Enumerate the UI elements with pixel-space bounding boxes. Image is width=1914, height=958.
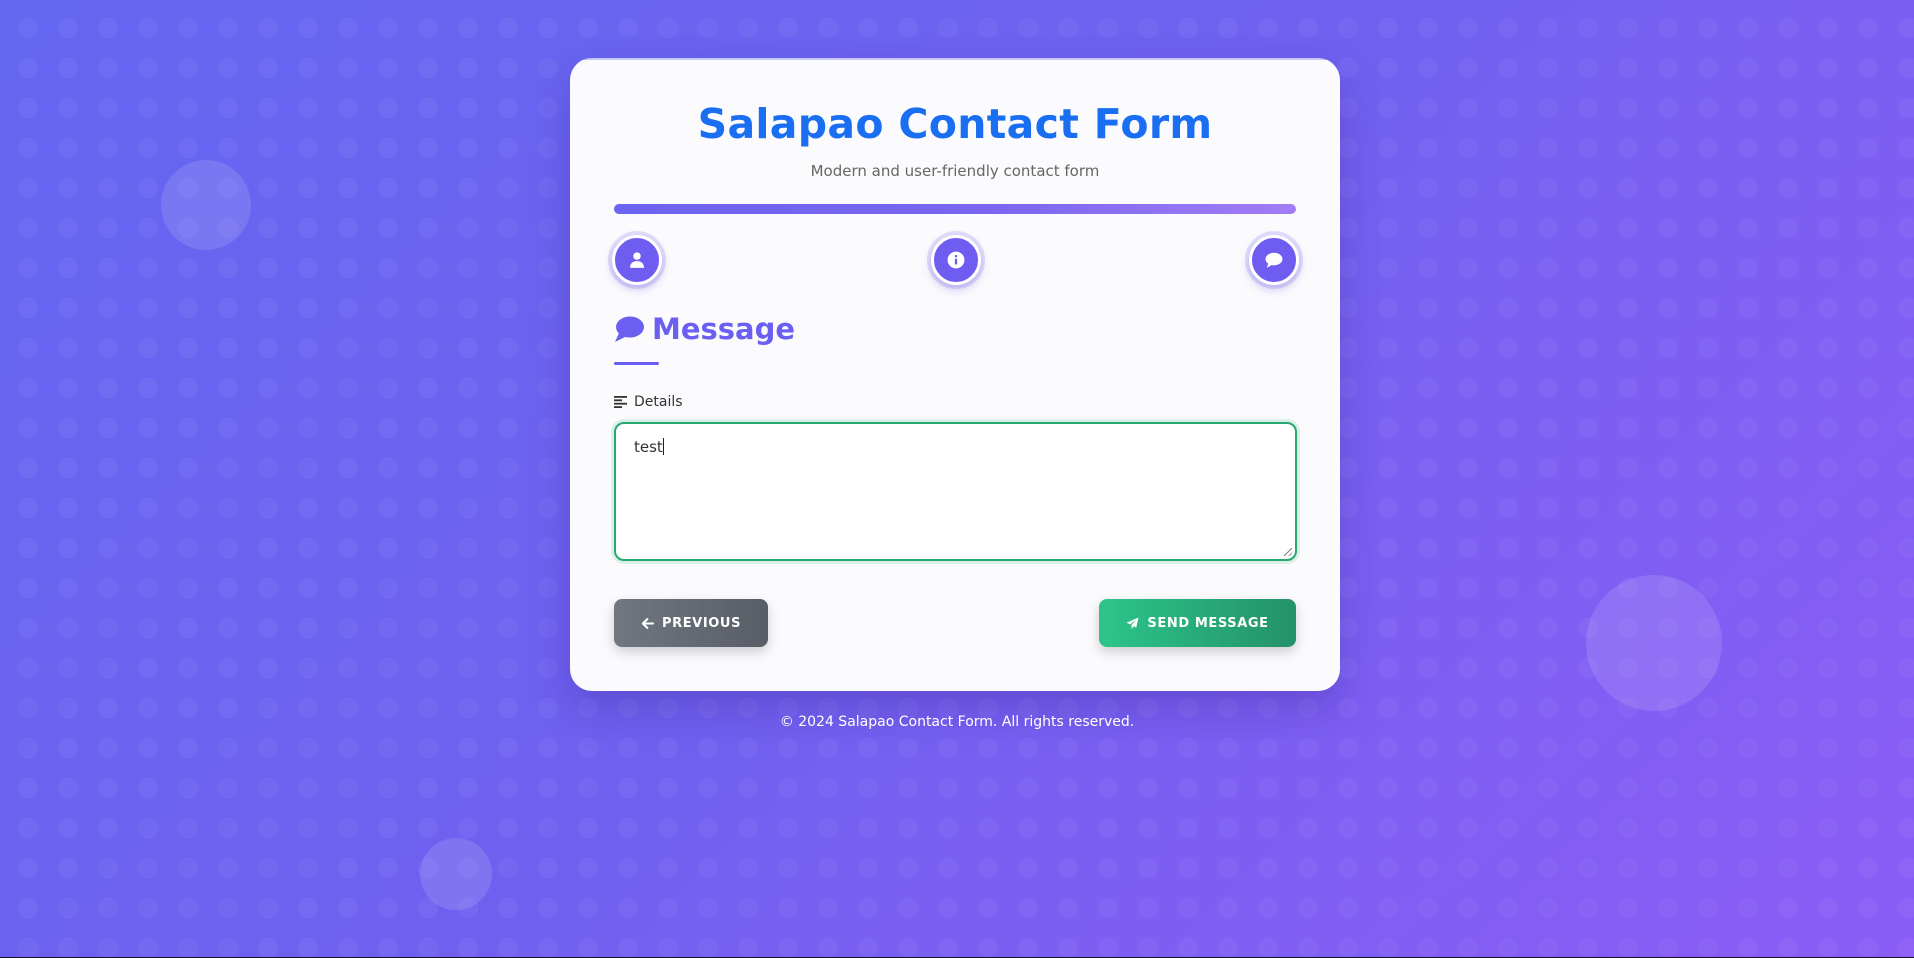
comment-icon	[1265, 252, 1283, 268]
details-textarea[interactable]: test	[614, 422, 1297, 561]
step-personal-info[interactable]	[612, 235, 662, 285]
page-title: Salapao Contact Form	[697, 100, 1213, 148]
user-icon	[630, 252, 644, 268]
step-message[interactable]	[1249, 235, 1299, 285]
step-details[interactable]	[931, 235, 981, 285]
decorative-circle	[1586, 575, 1722, 711]
align-left-icon	[614, 396, 627, 408]
page-background: Salapao Contact Form Modern and user-fri…	[0, 0, 1914, 957]
send-message-button-label: SEND MESSAGE	[1147, 615, 1269, 631]
text-caret	[662, 438, 664, 455]
details-label-text: Details	[634, 394, 683, 410]
previous-button[interactable]: PREVIOUS	[614, 599, 768, 647]
page-subtitle: Modern and user-friendly contact form	[810, 162, 1100, 180]
details-textarea-value: test	[634, 438, 663, 456]
previous-button-label: PREVIOUS	[661, 615, 742, 631]
send-message-button[interactable]: SEND MESSAGE	[1099, 599, 1296, 647]
comment-icon	[615, 316, 644, 342]
decorative-circle	[161, 160, 251, 250]
decorative-circle	[420, 838, 492, 910]
section-heading-text: Message	[652, 312, 796, 346]
arrow-left-icon	[641, 617, 654, 629]
contact-form-card: Salapao Contact Form Modern and user-fri…	[570, 58, 1340, 691]
paper-plane-icon	[1126, 616, 1139, 629]
section-underline	[614, 362, 659, 365]
progress-bar	[614, 204, 1296, 214]
resize-handle[interactable]	[1284, 548, 1292, 556]
footer-copyright: © 2024 Salapao Contact Form. All rights …	[779, 714, 1135, 730]
section-heading: Message	[614, 312, 795, 346]
details-label: Details	[614, 394, 683, 410]
info-icon	[947, 251, 965, 269]
